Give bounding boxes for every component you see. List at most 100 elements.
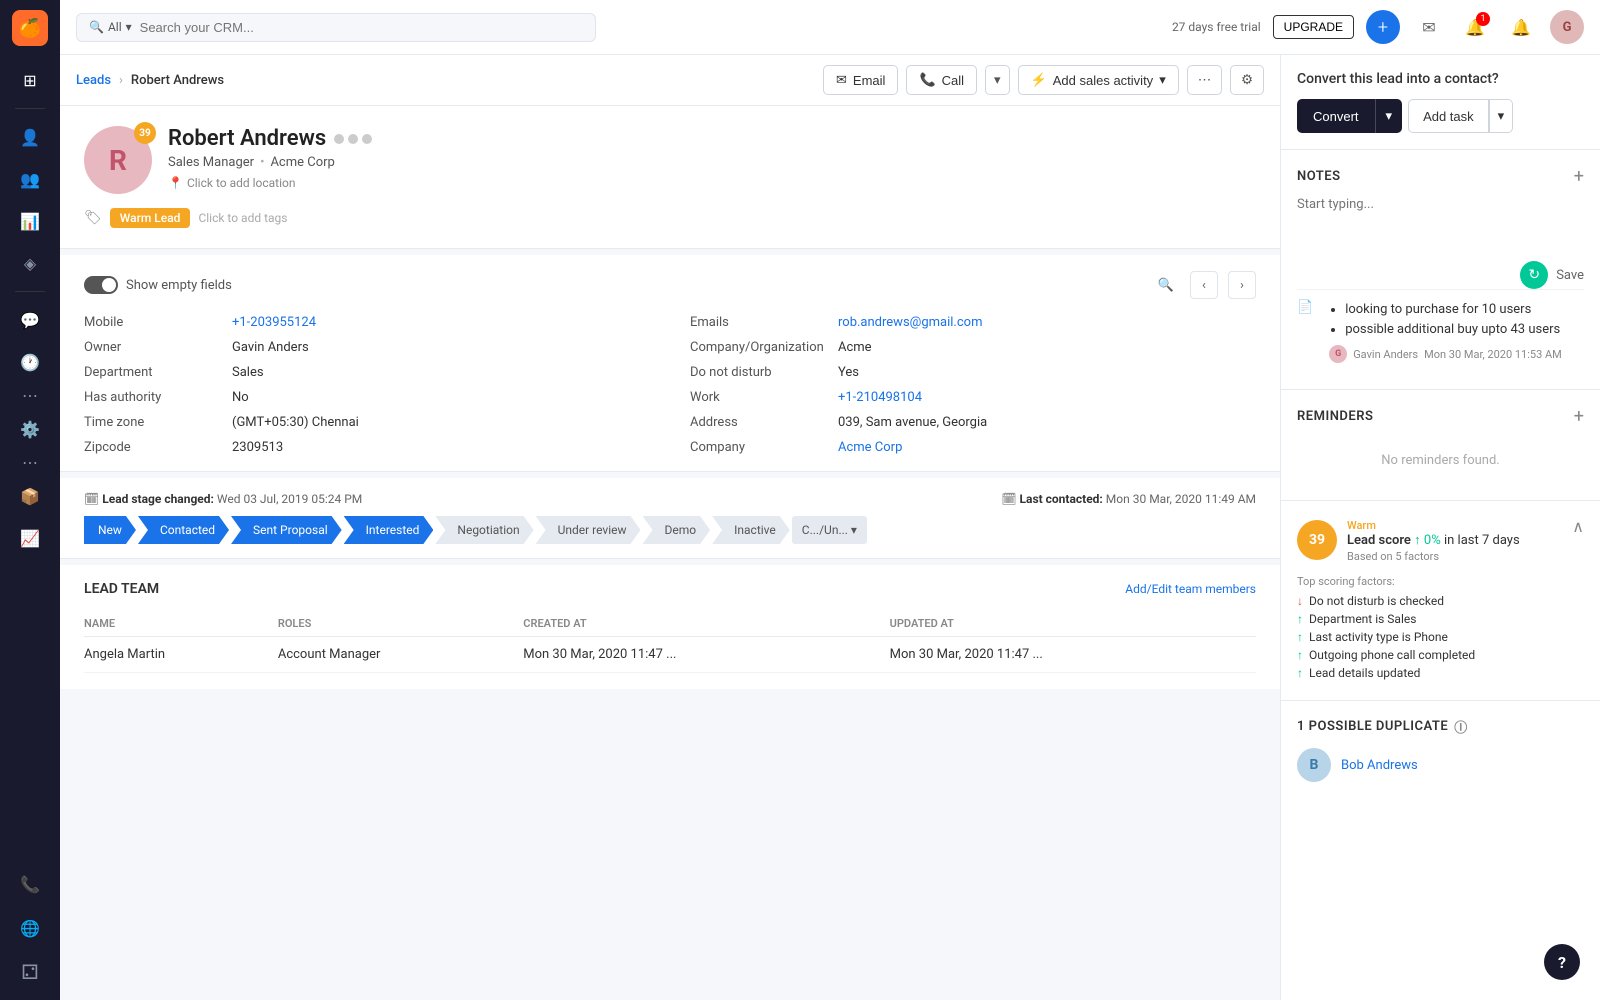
sidebar-icon-box[interactable]: 📦 bbox=[12, 478, 48, 514]
topnav: 🔍 All ▾ 27 days free trial UPGRADE + ✉ 🔔… bbox=[60, 0, 1600, 55]
sidebar-icon-home[interactable]: ⊞ bbox=[12, 62, 48, 98]
call-button[interactable]: 📞 Call bbox=[906, 65, 977, 95]
stage-inactive[interactable]: Inactive bbox=[712, 516, 790, 544]
stage-section: 🗓 Lead stage changed: Wed 03 Jul, 2019 0… bbox=[60, 478, 1280, 559]
stage-meta: 🗓 Lead stage changed: Wed 03 Jul, 2019 0… bbox=[84, 492, 1256, 506]
breadcrumb-leads[interactable]: Leads bbox=[76, 73, 111, 88]
warm-lead-tag[interactable]: Warm Lead bbox=[110, 208, 191, 228]
team-add-link[interactable]: Add/Edit team members bbox=[1125, 582, 1256, 596]
factor-5-text: Lead details updated bbox=[1309, 666, 1420, 680]
stage-sent-proposal[interactable]: Sent Proposal bbox=[231, 516, 342, 544]
search-dropdown-btn[interactable]: 🔍 All ▾ bbox=[89, 20, 132, 34]
factor-3: ↑ Last activity type is Phone bbox=[1297, 630, 1584, 644]
sidebar-icon-analytics[interactable]: 📈 bbox=[12, 520, 48, 556]
search-input[interactable] bbox=[140, 20, 583, 35]
gear-button[interactable]: ⚙ bbox=[1230, 65, 1264, 95]
convert-btn-group: Convert ▾ bbox=[1297, 99, 1402, 133]
right-panel: Convert this lead into a contact? Conver… bbox=[1280, 55, 1600, 1000]
note-doc-icon: 📄 bbox=[1297, 300, 1313, 363]
note-date: Mon 30 Mar, 2020 11:53 AM bbox=[1424, 348, 1562, 361]
stage-negotiation[interactable]: Negotiation bbox=[435, 516, 533, 544]
convert-title: Convert this lead into a contact? bbox=[1297, 71, 1584, 87]
user-avatar[interactable]: G bbox=[1550, 10, 1584, 44]
factor-2-icon: ↑ bbox=[1297, 612, 1303, 626]
notes-refresh-btn[interactable]: ↻ bbox=[1520, 261, 1548, 289]
fields-search-btn[interactable]: 🔍 bbox=[1152, 271, 1180, 299]
stage-under-review[interactable]: Under review bbox=[536, 516, 641, 544]
more-button[interactable]: ⋯ bbox=[1187, 65, 1222, 95]
add-activity-button[interactable]: ⚡ Add sales activity ▾ bbox=[1018, 65, 1179, 95]
profile-location[interactable]: 📍 Click to add location bbox=[168, 176, 1256, 190]
chevron-down-icon: ▾ bbox=[126, 20, 132, 34]
sidebar-icon-clock[interactable]: 🕐 bbox=[12, 344, 48, 380]
convert-button[interactable]: Convert bbox=[1297, 99, 1375, 133]
profile-avatar: R 39 bbox=[84, 126, 152, 194]
factor-4: ↑ Outgoing phone call completed bbox=[1297, 648, 1584, 662]
activity-icon: ⚡ bbox=[1031, 72, 1047, 88]
stage-contacted[interactable]: Contacted bbox=[138, 516, 229, 544]
dup-name[interactable]: Bob Andrews bbox=[1341, 758, 1418, 773]
profile-subtitle: Sales Manager • Acme Corp bbox=[168, 155, 1256, 170]
sidebar-icon-apps[interactable]: ⚁ bbox=[12, 954, 48, 990]
team-title: LEAD TEAM bbox=[84, 581, 159, 597]
note-text: looking to purchase for 10 users possibl… bbox=[1329, 300, 1562, 339]
reminders-header: REMINDERS + bbox=[1297, 406, 1584, 427]
score-collapse-btn[interactable]: ∧ bbox=[1572, 517, 1584, 536]
fields-prev-btn[interactable]: ‹ bbox=[1190, 271, 1218, 299]
factor-1: ↓ Do not disturb is checked bbox=[1297, 594, 1584, 608]
notes-textarea[interactable] bbox=[1297, 197, 1584, 257]
notes-save-btn[interactable]: Save bbox=[1556, 268, 1584, 283]
factor-5-icon: ↑ bbox=[1297, 666, 1303, 680]
show-empty-toggle[interactable] bbox=[84, 276, 118, 294]
sidebar-icon-money[interactable]: ◈ bbox=[12, 245, 48, 281]
breadcrumb-current: Robert Andrews bbox=[131, 73, 224, 88]
fields-left-col: Mobile +1-203955124 Owner Gavin Anders D… bbox=[84, 315, 650, 455]
stage-more[interactable]: C.../Un... ▾ bbox=[792, 516, 867, 544]
stage-demo[interactable]: Demo bbox=[643, 516, 711, 544]
factor-4-text: Outgoing phone call completed bbox=[1309, 648, 1475, 662]
add-task-button[interactable]: Add task bbox=[1408, 99, 1489, 133]
sidebar-logo[interactable]: 🍊 bbox=[12, 10, 48, 46]
add-task-btn-group: Add task ▾ bbox=[1408, 99, 1513, 133]
score-section: 39 Warm Lead score ↑ 0% in last 7 days B… bbox=[1281, 501, 1600, 701]
phone-icon: 📞 bbox=[919, 72, 935, 88]
sidebar-icon-settings[interactable]: ⚙️ bbox=[12, 411, 48, 447]
convert-dropdown-btn[interactable]: ▾ bbox=[1375, 99, 1403, 133]
email-button[interactable]: ✉ Email bbox=[823, 65, 898, 95]
search-icon: 🔍 bbox=[89, 20, 104, 34]
field-do-not-disturb: Do not disturb Yes bbox=[690, 365, 1256, 380]
toggle-knob bbox=[102, 278, 116, 292]
member-updated: Mon 30 Mar, 2020 11:47 ... bbox=[890, 637, 1256, 673]
stage-new[interactable]: New bbox=[84, 516, 136, 544]
notes-add-btn[interactable]: + bbox=[1574, 166, 1584, 187]
email-icon-btn[interactable]: ✉ bbox=[1412, 10, 1446, 44]
trial-text: 27 days free trial bbox=[1172, 20, 1261, 34]
warm-label: Warm bbox=[1347, 519, 1520, 532]
upgrade-button[interactable]: UPGRADE bbox=[1273, 15, 1354, 39]
email-icon: ✉ bbox=[836, 72, 847, 88]
sidebar-icon-chat[interactable]: 💬 bbox=[12, 302, 48, 338]
add-task-dropdown-btn[interactable]: ▾ bbox=[1489, 99, 1514, 133]
bell-icon-btn[interactable]: 🔔 bbox=[1504, 10, 1538, 44]
reminders-add-btn[interactable]: + bbox=[1574, 406, 1584, 427]
tag-icon: 🏷 bbox=[84, 210, 102, 226]
sidebar-icon-phone[interactable]: 📞 bbox=[12, 866, 48, 902]
sidebar-icon-chart[interactable]: 📊 bbox=[12, 203, 48, 239]
member-name: Angela Martin bbox=[84, 637, 278, 673]
add-tag-btn[interactable]: Click to add tags bbox=[198, 211, 287, 225]
field-mobile: Mobile +1-203955124 bbox=[84, 315, 650, 330]
reminders-section: REMINDERS + No reminders found. bbox=[1281, 390, 1600, 501]
score-header: 39 Warm Lead score ↑ 0% in last 7 days B… bbox=[1297, 517, 1584, 563]
fields-next-btn[interactable]: › bbox=[1228, 271, 1256, 299]
call-dropdown[interactable]: ▾ bbox=[985, 65, 1010, 95]
stage-interested[interactable]: Interested bbox=[344, 516, 434, 544]
sidebar-icon-contacts[interactable]: 👤 bbox=[12, 119, 48, 155]
notification-icon-btn[interactable]: 🔔 1 bbox=[1458, 10, 1492, 44]
add-button[interactable]: + bbox=[1366, 10, 1400, 44]
no-reminders-text: No reminders found. bbox=[1297, 437, 1584, 484]
help-button[interactable]: ? bbox=[1544, 944, 1580, 980]
sidebar-icon-people[interactable]: 👥 bbox=[12, 161, 48, 197]
member-created: Mon 30 Mar, 2020 11:47 ... bbox=[523, 637, 889, 673]
sidebar-icon-globe[interactable]: 🌐 bbox=[12, 910, 48, 946]
col-name: NAME bbox=[84, 611, 278, 637]
